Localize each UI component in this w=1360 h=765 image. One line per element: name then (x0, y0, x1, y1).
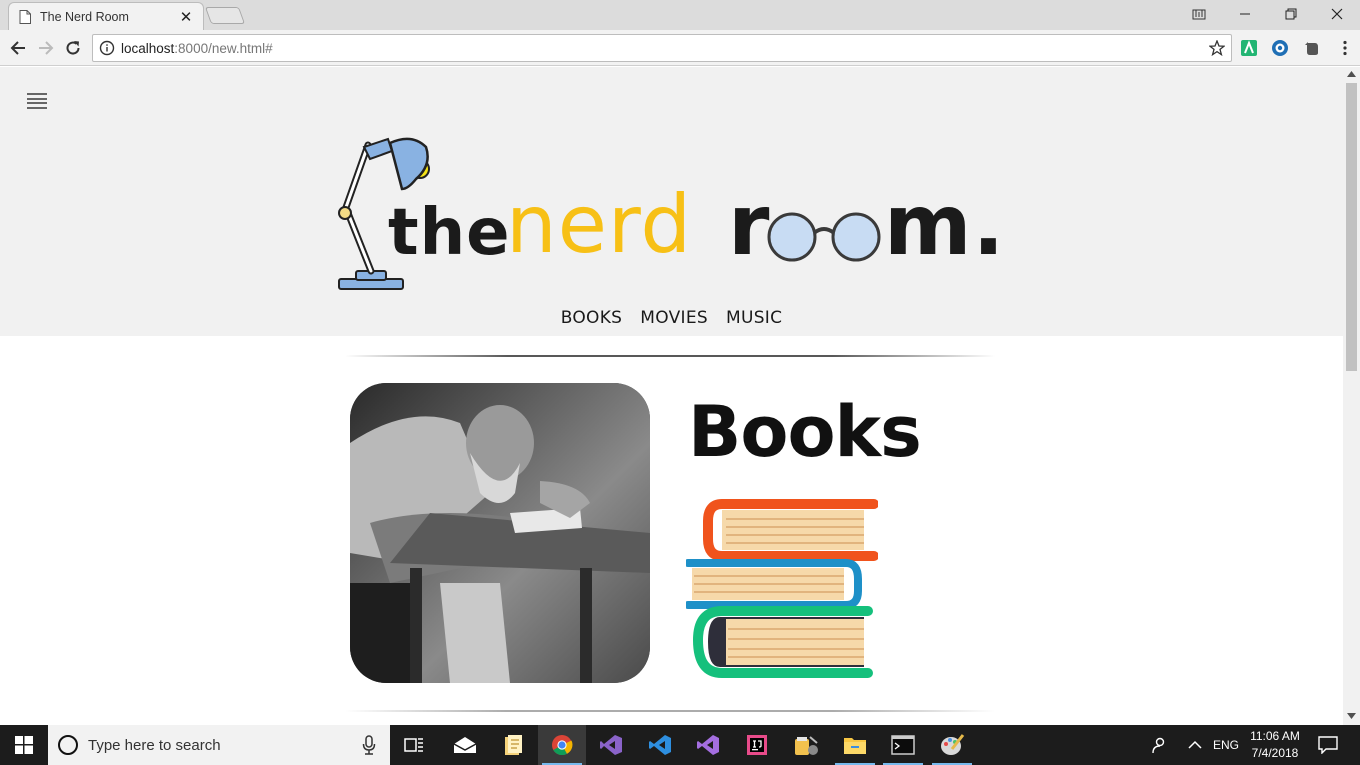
show-hidden-icons-chevron-icon[interactable] (1188, 725, 1202, 765)
nav-movies-link[interactable]: MOVIES (640, 308, 708, 328)
taskbar-paint[interactable] (928, 725, 976, 765)
notes-icon (505, 735, 522, 755)
divider-top (345, 355, 995, 357)
taskbar-file-explorer[interactable] (831, 725, 879, 765)
menu-kebab-icon[interactable] (1336, 39, 1354, 57)
site-header: the nerd r m. BOOKS MOVIES MUSIC (0, 67, 1343, 336)
logo-word-room-end: m. (884, 176, 1006, 274)
logo-word-nerd: nerd (506, 178, 693, 271)
url-path: :8000/new.html# (174, 40, 273, 56)
task-view-icon (404, 738, 423, 752)
writer-photo[interactable] (350, 383, 650, 683)
start-button[interactable] (0, 725, 48, 765)
tools-icon (795, 736, 818, 755)
taskbar-vscode[interactable] (636, 725, 684, 765)
input-language[interactable]: ENG (1213, 725, 1239, 765)
forward-arrow-icon (39, 41, 54, 55)
scroll-thumb[interactable] (1346, 83, 1357, 371)
page-icon (19, 9, 31, 24)
taskbar-intellij[interactable] (733, 725, 781, 765)
folder-icon (844, 738, 866, 754)
vscode-icon (649, 735, 671, 755)
page-viewport: the nerd r m. BOOKS MOVIES MUSIC Books (0, 67, 1343, 725)
forward-button[interactable] (36, 38, 56, 58)
taskbar-visual-studio-purple[interactable] (587, 725, 635, 765)
people-icon[interactable] (1150, 725, 1168, 765)
action-center-icon[interactable] (1318, 725, 1338, 765)
reload-button[interactable] (63, 38, 83, 58)
visual-studio-icon (600, 735, 622, 755)
taskbar-notes[interactable] (489, 725, 537, 765)
divider-bottom (345, 710, 995, 712)
back-arrow-icon (10, 41, 25, 55)
writer-image (350, 383, 650, 683)
system-clock[interactable]: 11:06 AM 7/4/2018 (1244, 728, 1306, 762)
clock-date: 7/4/2018 (1251, 746, 1299, 760)
cortana-icon (58, 735, 78, 755)
task-view-button[interactable] (390, 725, 438, 765)
restore-button[interactable] (1268, 0, 1314, 28)
windows-logo-icon (15, 736, 33, 754)
minimize-button[interactable] (1222, 0, 1268, 28)
nav-music-link[interactable]: MUSIC (726, 308, 782, 328)
browser-toolbar: localhost:8000/new.html# (0, 30, 1360, 66)
main-nav: BOOKS MOVIES MUSIC (0, 308, 1343, 328)
reload-icon (66, 41, 80, 55)
close-window-button[interactable] (1314, 0, 1360, 28)
taskbar-mail[interactable] (441, 725, 489, 765)
glasses-icon (767, 212, 881, 262)
windows-taskbar: Type here to search ENG 11:06 AM 7/4/201… (0, 725, 1360, 765)
taskbar-chrome[interactable] (538, 725, 586, 765)
search-placeholder: Type here to search (88, 736, 221, 754)
tab-close-button[interactable]: ✕ (179, 8, 193, 26)
intellij-icon (747, 735, 767, 755)
extension-green-icon[interactable] (1240, 39, 1258, 57)
hamburger-menu-icon[interactable] (27, 93, 47, 110)
microphone-icon[interactable] (362, 735, 376, 755)
info-icon[interactable] (99, 40, 115, 56)
section-title: Books (688, 391, 922, 473)
taskbar-app-tools[interactable] (782, 725, 830, 765)
scroll-up-arrow-icon[interactable] (1347, 71, 1356, 77)
paint-icon (941, 734, 965, 755)
evernote-icon[interactable] (1303, 39, 1321, 57)
url-host: localhost (121, 40, 175, 56)
nav-books-link[interactable]: BOOKS (561, 308, 623, 328)
extension-eye-icon[interactable] (1271, 39, 1289, 57)
address-bar[interactable]: localhost:8000/new.html# (92, 34, 1232, 62)
taskbar-terminal[interactable] (879, 725, 927, 765)
vs-infinity-icon (697, 735, 719, 755)
browser-tab-strip: The Nerd Room ✕ (0, 0, 1360, 30)
mail-icon (453, 737, 477, 753)
terminal-icon (891, 735, 915, 755)
logo-word-the: the (388, 196, 511, 270)
taskbar-visual-studio[interactable] (684, 725, 732, 765)
browser-tab[interactable]: The Nerd Room ✕ (8, 2, 204, 30)
taskbar-search-box[interactable]: Type here to search (48, 725, 390, 765)
scroll-down-arrow-icon[interactable] (1347, 713, 1356, 719)
chrome-icon (552, 735, 573, 756)
clock-time: 11:06 AM (1250, 729, 1300, 743)
back-button[interactable] (8, 38, 28, 58)
bookmark-star-icon[interactable] (1209, 40, 1225, 56)
books-stack-icon (686, 499, 878, 678)
tab-title: The Nerd Room (40, 9, 129, 24)
profile-icon[interactable] (1176, 0, 1222, 28)
new-tab-button[interactable] (204, 7, 246, 24)
page-scrollbar[interactable] (1343, 67, 1360, 725)
